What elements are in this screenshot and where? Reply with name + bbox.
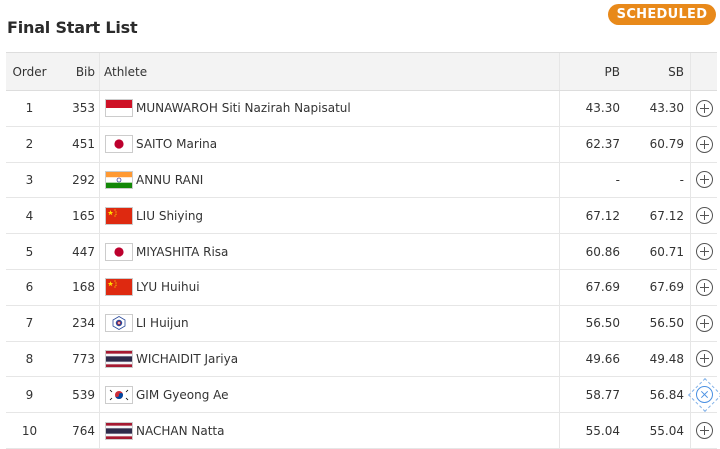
row-sb: 60.71: [649, 244, 684, 259]
expand-plus-icon[interactable]: [695, 243, 713, 261]
row-pb: 67.12: [559, 197, 634, 234]
expand-plus-icon[interactable]: [695, 422, 713, 440]
row-pb: 60.86: [559, 233, 634, 270]
row-order: 1: [25, 101, 34, 116]
row-bib: 539: [72, 387, 95, 402]
column-header-bib[interactable]: Bib: [53, 52, 100, 91]
column-header-athlete[interactable]: Athlete: [99, 52, 560, 91]
row-bib: 764: [72, 423, 95, 438]
table-row[interactable]: 8 773 WICHAIDIT Jariya 49.66 49.48: [6, 341, 717, 377]
japan-flag-icon: [105, 135, 133, 154]
thailand-flag-icon: [105, 421, 133, 440]
row-pb: 58.77: [559, 376, 634, 413]
indonesia-flag-icon: [105, 99, 133, 118]
table-row[interactable]: 3 292 ANNU RANI - -: [6, 162, 717, 198]
row-athlete-name[interactable]: ANNU RANI: [136, 162, 560, 198]
row-athlete-name[interactable]: SAITO Marina: [136, 126, 560, 162]
row-order: 5: [25, 244, 34, 259]
row-athlete-name[interactable]: MUNAWAROH Siti Nazirah Napisatul: [136, 91, 560, 127]
table-row[interactable]: 10 764 NACHAN Natta 55.04 55.04: [6, 412, 717, 449]
row-bib: 234: [72, 316, 95, 331]
table-header-row: Order Bib Athlete PB SB: [6, 52, 717, 91]
table-row[interactable]: 4 165 LIU Shiying 67.12 67.12: [6, 197, 717, 234]
row-pb: -: [559, 162, 634, 198]
row-order: 2: [25, 137, 34, 152]
row-sb: -: [679, 172, 684, 187]
table-row[interactable]: 1 353 MUNAWAROH Siti Nazirah Napisatul 43.3…: [6, 90, 717, 127]
expand-plus-icon[interactable]: [695, 278, 713, 296]
column-header-order[interactable]: Order: [6, 52, 53, 91]
table-row[interactable]: 2 451 SAITO Marina 62.37 60.79: [6, 126, 717, 163]
row-order: 3: [25, 172, 34, 187]
row-pb: 56.50: [559, 305, 634, 342]
row-order: 6: [25, 280, 34, 295]
row-sb: 49.48: [649, 351, 684, 366]
column-header-pb[interactable]: PB: [559, 52, 634, 91]
table-row[interactable]: 6 168 LYU Huihui 67.69 67.69: [6, 269, 717, 306]
expand-plus-icon[interactable]: [695, 350, 713, 368]
row-athlete-name[interactable]: NACHAN Natta: [136, 413, 560, 449]
expand-plus-icon[interactable]: [695, 207, 713, 225]
expand-plus-icon[interactable]: [695, 314, 713, 332]
row-bib: 292: [72, 172, 95, 187]
row-order: 9: [25, 387, 34, 402]
thailand-flag-icon: [105, 349, 133, 368]
focus-ring: [687, 378, 720, 413]
row-bib: 773: [72, 351, 95, 366]
column-header-sb[interactable]: SB: [634, 52, 691, 91]
row-sb: 55.04: [649, 423, 684, 438]
chinese-taipei-flag-icon: [105, 314, 133, 333]
row-sb: 60.79: [649, 137, 684, 152]
expand-plus-icon[interactable]: [695, 99, 713, 117]
table-row[interactable]: 5 447 MIYASHITA Risa 60.86 60.71: [6, 233, 717, 270]
row-bib: 451: [72, 137, 95, 152]
row-athlete-name[interactable]: LYU Huihui: [136, 269, 560, 305]
start-list-table: Order Bib Athlete PB SB 1 353 MUNAWAROH Si…: [6, 52, 720, 449]
row-bib: 353: [72, 101, 95, 116]
row-pb: 67.69: [559, 269, 634, 306]
row-bib: 447: [72, 244, 95, 259]
row-pb: 55.04: [559, 412, 634, 449]
row-athlete-name[interactable]: LIU Shiying: [136, 198, 560, 234]
table-row[interactable]: 9 539 GIM Gyeong Ae 58.77 56.84: [6, 376, 720, 413]
row-order: 8: [25, 351, 34, 366]
row-order: 10: [21, 423, 38, 438]
column-header-actions: [690, 52, 717, 91]
row-order: 7: [25, 316, 34, 331]
row-bib: 168: [72, 280, 95, 295]
korea-flag-icon: [105, 385, 133, 404]
expand-plus-icon[interactable]: [687, 378, 720, 413]
row-sb: 67.12: [649, 208, 684, 223]
expand-plus-icon[interactable]: [695, 135, 713, 153]
status-badge: SCHEDULED: [608, 4, 716, 25]
row-sb: 43.30: [649, 101, 684, 116]
row-pb: 62.37: [559, 126, 634, 163]
row-athlete-name[interactable]: GIM Gyeong Ae: [136, 377, 560, 413]
india-flag-icon: [105, 170, 133, 189]
row-sb: 67.69: [649, 280, 684, 295]
row-athlete-name[interactable]: MIYASHITA Risa: [136, 234, 560, 270]
china-flag-icon: [105, 278, 133, 297]
row-bib: 165: [72, 208, 95, 223]
japan-flag-icon: [105, 242, 133, 261]
row-athlete-name[interactable]: LI Huijun: [136, 305, 560, 341]
row-pb: 43.30: [559, 90, 634, 127]
china-flag-icon: [105, 206, 133, 225]
row-sb: 56.84: [649, 387, 684, 402]
row-sb: 56.50: [649, 316, 684, 331]
page-title: Final Start List: [7, 18, 138, 37]
row-order: 4: [25, 208, 34, 223]
table-row[interactable]: 7 234 LI Huijun 56.50 56.50: [6, 305, 717, 342]
row-pb: 49.66: [559, 341, 634, 377]
expand-plus-icon[interactable]: [695, 171, 713, 189]
row-athlete-name[interactable]: WICHAIDIT Jariya: [136, 341, 560, 377]
